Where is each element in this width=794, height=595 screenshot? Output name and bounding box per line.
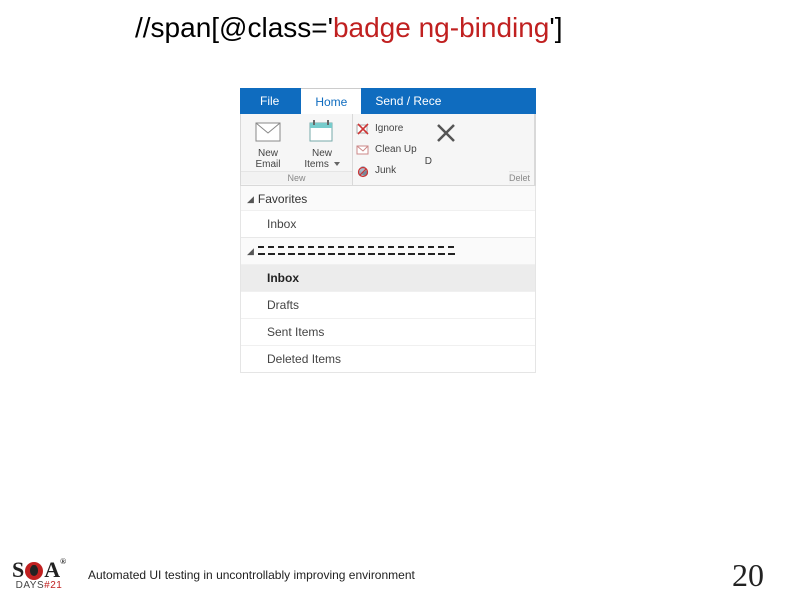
nav-pane: ◢ Favorites Inbox ◢ Inbox Drafts Sent It… bbox=[240, 186, 536, 373]
logo-bottom: DAYS#21 bbox=[16, 581, 63, 591]
ignore-label: Ignore bbox=[375, 123, 403, 134]
ribbon-tabs: File Home Send / Rece bbox=[240, 88, 536, 114]
nav-favorites-header[interactable]: ◢ Favorites bbox=[241, 188, 535, 210]
nav-item-sent[interactable]: Sent Items bbox=[241, 318, 535, 345]
nav-item-inbox-fav[interactable]: Inbox bbox=[241, 210, 535, 237]
footer-caption: Automated UI testing in uncontrollably i… bbox=[88, 568, 415, 582]
envelope-icon bbox=[254, 118, 282, 146]
ribbon: New Email New Items New bbox=[240, 114, 536, 186]
caret-down-icon: ◢ bbox=[247, 194, 254, 205]
new-email-label: New Email bbox=[255, 148, 280, 170]
footer: S A ® DAYS#21 Automated UI testing in un… bbox=[0, 555, 794, 595]
nav-item-deleted[interactable]: Deleted Items bbox=[241, 345, 535, 372]
favorites-label: Favorites bbox=[258, 192, 307, 206]
page-number: 20 bbox=[732, 557, 764, 594]
slide-title: //span[@class='badge ng-binding'] bbox=[135, 12, 563, 44]
cleanup-label: Clean Up bbox=[375, 144, 417, 155]
title-part1: //span[@class=' bbox=[135, 12, 333, 43]
junk-button[interactable]: Junk bbox=[355, 162, 417, 180]
ribbon-group-new: New Email New Items New bbox=[241, 114, 353, 185]
tab-file[interactable]: File bbox=[240, 88, 301, 114]
new-items-label: New Items bbox=[304, 148, 339, 170]
junk-icon bbox=[355, 163, 371, 179]
caret-down-icon: ◢ bbox=[247, 246, 254, 257]
ribbon-group-delete: Ignore Clean Up Junk bbox=[353, 114, 535, 185]
calendar-items-icon bbox=[308, 118, 336, 146]
logo-s: S bbox=[12, 559, 24, 581]
logo-a: A bbox=[44, 559, 60, 581]
tab-home[interactable]: Home bbox=[301, 88, 361, 114]
delete-button[interactable]: D bbox=[423, 114, 469, 185]
ignore-icon bbox=[355, 121, 371, 137]
group-delete-label: Delet bbox=[509, 171, 530, 184]
tab-send-receive[interactable]: Send / Rece bbox=[361, 88, 455, 114]
cleanup-button[interactable]: Clean Up bbox=[355, 141, 417, 159]
degree-icon: ® bbox=[60, 558, 66, 566]
nav-item-drafts[interactable]: Drafts bbox=[241, 291, 535, 318]
logo-top: S A ® bbox=[12, 559, 66, 581]
nav-item-inbox[interactable]: Inbox bbox=[241, 264, 535, 291]
outlook-screenshot: File Home Send / Rece New Email New Item… bbox=[240, 88, 536, 373]
title-part3: '] bbox=[549, 12, 562, 43]
delete-label-trunc: D bbox=[423, 150, 432, 167]
account-name-redacted bbox=[258, 244, 458, 258]
nav-account-header[interactable]: ◢ bbox=[241, 237, 535, 264]
ignore-button[interactable]: Ignore bbox=[355, 120, 417, 138]
junk-label: Junk bbox=[375, 165, 396, 176]
bug-icon bbox=[25, 562, 43, 580]
cleanup-icon bbox=[355, 142, 371, 158]
sqa-days-logo: S A ® DAYS#21 bbox=[0, 559, 78, 591]
group-new-label: New bbox=[241, 171, 352, 184]
delete-x-icon bbox=[435, 122, 457, 150]
title-part2: badge ng-binding bbox=[333, 12, 549, 43]
